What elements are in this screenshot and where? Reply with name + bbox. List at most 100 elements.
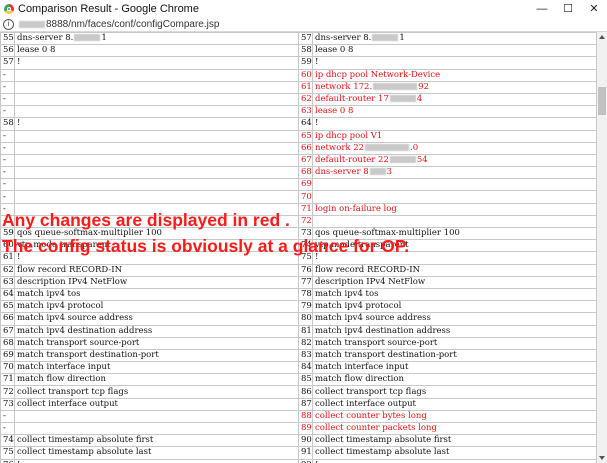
right-line-number: 62: [298, 92, 313, 107]
redacted-value: [373, 82, 418, 90]
diff-row: - 61 network 172. 92: [0, 80, 597, 94]
left-line-number: 56: [0, 44, 15, 58]
left-config-line: collect timestamp absolute last: [14, 446, 299, 460]
right-line-number: 61: [298, 80, 313, 94]
left-line-number: 55: [0, 32, 15, 46]
left-config-line: !: [14, 117, 299, 131]
diff-row: - 67 default-router 22 54: [0, 153, 597, 168]
right-config-line: ip dhcp pool V1: [312, 129, 597, 143]
left-line-number: 74: [0, 434, 15, 448]
minimize-button[interactable]: —: [529, 0, 555, 17]
left-line-number: 70: [0, 361, 15, 375]
left-config-line: match flow direction: [14, 373, 299, 387]
right-line-number: 76: [298, 263, 313, 277]
comparison-content: 55 dns-server 8. 1 57 dns-server 8. 1 56 lease …: [0, 32, 597, 463]
diff-row: - 68 dns-server 83: [0, 166, 597, 180]
chrome-icon: [4, 3, 14, 14]
right-config-line: match interface input: [312, 361, 597, 375]
left-line-number: 67: [0, 324, 15, 338]
left-config-line: [14, 166, 299, 180]
right-line-number: 77: [298, 275, 313, 289]
right-line-number: 88: [298, 409, 313, 424]
diff-row: - 66 network 22.0: [0, 141, 597, 155]
vertical-scrollbar[interactable]: [597, 32, 607, 463]
url-text[interactable]: 8888/nm/faces/conf/configCompare.jsp: [46, 19, 219, 30]
info-icon[interactable]: i: [3, 18, 14, 30]
diff-row: 76!92!: [0, 458, 597, 463]
left-config-line: match ipv4 protocol: [14, 300, 299, 314]
right-line-number: 59: [298, 56, 313, 70]
left-config-line: !: [14, 458, 299, 463]
right-config-line: match transport source-port: [312, 336, 597, 350]
right-config-line: description IPv4 NetFlow: [312, 275, 597, 289]
close-button[interactable]: ✕: [581, 0, 607, 17]
scroll-up-arrow-icon[interactable]: [599, 35, 605, 39]
right-line-number: 84: [298, 361, 313, 375]
diff-row: 62 flow record RECORD-IN 76 flow record REC…: [0, 263, 597, 277]
right-line-number: 89: [298, 421, 313, 436]
right-line-number: 57: [298, 32, 313, 46]
redacted-host: [19, 20, 45, 28]
left-config-line: [14, 190, 299, 204]
right-config-line: network 172. 92: [312, 80, 597, 94]
annotation-overlay: Any changes are displayed in red . The c…: [0, 207, 597, 259]
left-line-number: -: [0, 105, 15, 119]
left-config-line: match interface input: [14, 361, 299, 375]
right-line-number: 69: [298, 178, 313, 192]
diff-row: 70 match interface input 84 match interface…: [0, 361, 597, 375]
left-config-line: [14, 153, 299, 168]
right-line-number: 91: [298, 446, 313, 460]
left-config-line: !: [14, 56, 299, 70]
scrollbar-thumb[interactable]: [598, 87, 606, 115]
right-config-line: network 22.0: [312, 141, 597, 155]
left-line-number: -: [0, 190, 15, 204]
right-config-line: match ipv4 source address: [312, 312, 597, 326]
left-config-line: [14, 178, 299, 192]
left-config-line: collect transport tcp flags: [14, 385, 299, 399]
right-config-line: [312, 190, 597, 204]
right-config-line: collect timestamp absolute last: [312, 446, 597, 460]
right-config-line: collect timestamp absolute first: [312, 434, 597, 448]
left-config-line: description IPv4 NetFlow: [14, 275, 299, 289]
left-line-number: 69: [0, 348, 15, 363]
redacted-value: [389, 155, 416, 163]
right-config-line: default-router 22 54: [312, 153, 597, 168]
left-config-line: match transport destination-port: [14, 348, 299, 363]
left-config-line: dns-server 8. 1: [14, 32, 299, 46]
left-line-number: -: [0, 129, 15, 143]
right-line-number: 80: [298, 312, 313, 326]
left-line-number: 71: [0, 373, 15, 387]
maximize-button[interactable]: ☐: [555, 0, 581, 17]
right-line-number: 70: [298, 190, 313, 204]
left-line-number: -: [0, 68, 15, 82]
right-config-line: dns-server 83: [312, 166, 597, 180]
diff-row: 65 match ipv4 protocol 79 match ipv4 protoc…: [0, 300, 597, 314]
diff-row: 64 match ipv4 tos 78 match ipv4 tos: [0, 287, 597, 302]
diff-row: - 88 collect counter bytes long: [0, 409, 597, 424]
left-config-line: [14, 80, 299, 94]
annotation-line-2: The config status is obviously at a glan…: [2, 236, 410, 256]
diff-row: - 69: [0, 178, 597, 192]
diff-row: 67 match ipv4 destination address 81 match …: [0, 324, 597, 338]
diff-row: - 65 ip dhcp pool V1: [0, 129, 597, 143]
left-line-number: 65: [0, 300, 15, 314]
left-line-number: 58: [0, 117, 15, 131]
diff-row: - 60 ip dhcp pool Network-Device: [0, 68, 597, 82]
diff-row: - 89 collect counter packets long: [0, 421, 597, 436]
right-config-line: collect transport tcp flags: [312, 385, 597, 399]
left-config-line: collect interface output: [14, 397, 299, 411]
right-config-line: collect counter bytes long: [312, 409, 597, 424]
right-config-line: match ipv4 tos: [312, 287, 597, 302]
right-config-line: dns-server 8. 1: [312, 32, 597, 46]
diff-row: 56 lease 0 8 58 lease 0 8: [0, 44, 597, 58]
left-line-number: -: [0, 166, 15, 180]
address-bar[interactable]: i 8888/nm/faces/conf/configCompare.jsp: [0, 17, 607, 32]
scroll-down-arrow-icon[interactable]: [599, 456, 605, 460]
left-config-line: [14, 105, 299, 119]
right-line-number: 64: [298, 117, 313, 131]
right-line-number: 66: [298, 141, 313, 155]
diff-row: 75 collect timestamp absolute last 91 colle…: [0, 446, 597, 460]
left-line-number: 75: [0, 446, 15, 460]
left-line-number: 76: [0, 458, 15, 463]
redacted-value: [365, 143, 410, 151]
